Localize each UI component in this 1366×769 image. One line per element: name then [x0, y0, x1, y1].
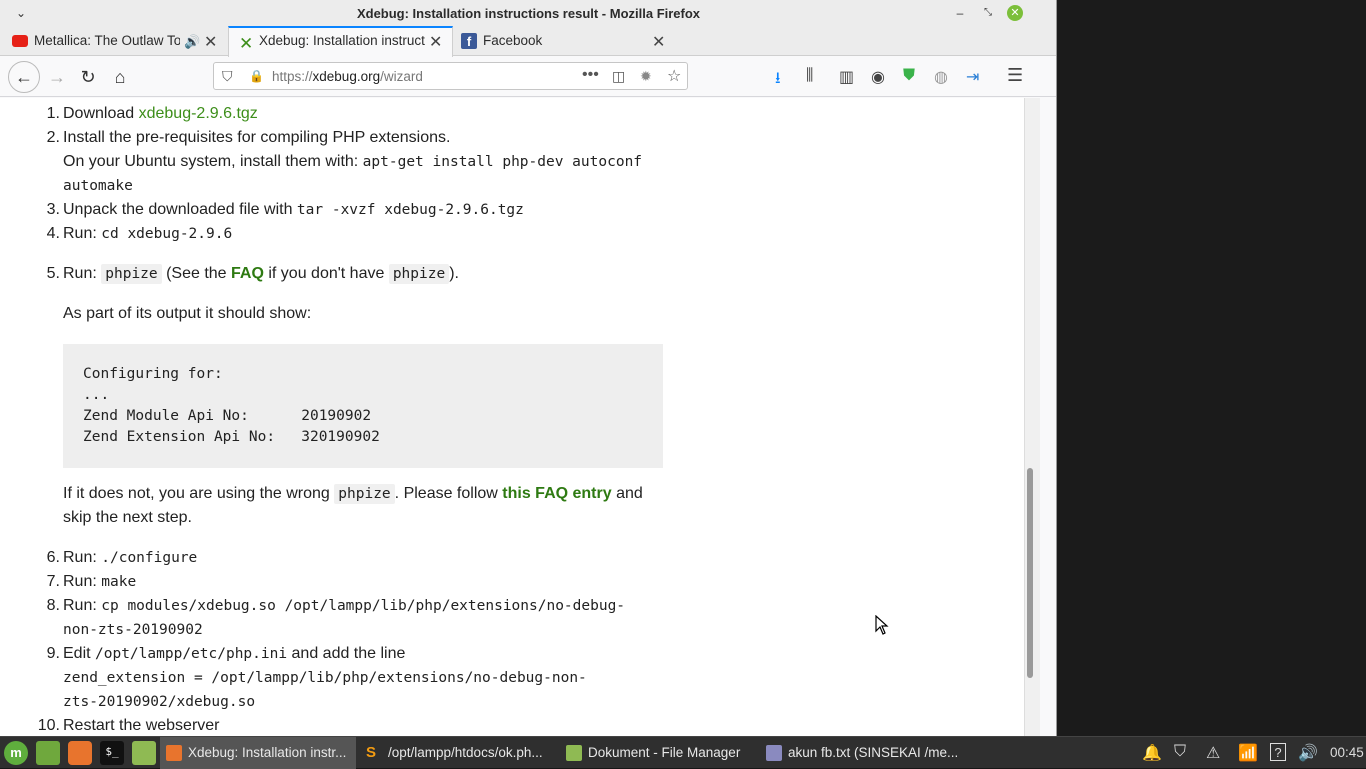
forward-button[interactable]: → — [42, 62, 72, 92]
shield-icon: ⛉ — [222, 68, 233, 84]
globe-icon[interactable]: ◍ — [934, 67, 948, 87]
xdebug-icon: ✕ — [239, 34, 254, 53]
taskbar: m $_ Xdebug: Installation instr... S /op… — [0, 736, 1366, 769]
extension-arrow-icon[interactable]: ⇥ — [966, 67, 979, 87]
tab-bar: Metallica: The Outlaw Torn 🔊 ✕ ✕ Xdebug:… — [0, 26, 1056, 77]
output-code-block: Configuring for: ... Zend Module Api No:… — [63, 344, 663, 468]
restore-icon[interactable]: ⤡ — [979, 4, 997, 22]
list-item: 8. Run: cp modules/xdebug.so /opt/lampp/l… — [46, 597, 626, 638]
lock-icon: 🔒 — [249, 69, 264, 83]
sublime-icon: S — [366, 744, 377, 761]
list-item: 9. Edit /opt/lampp/etc/php.ini and add th… — [46, 645, 587, 710]
show-desktop-icon[interactable] — [36, 741, 60, 765]
terminal-icon[interactable]: $_ — [100, 741, 124, 765]
window-title: Xdebug: Installation instructions result… — [356, 6, 701, 21]
list-item: 1. Download xdebug-2.9.6.tgz — [46, 105, 258, 122]
text-file-icon — [766, 745, 782, 761]
volume-icon[interactable]: 🔊 — [1298, 743, 1318, 763]
files-icon[interactable] — [132, 741, 156, 765]
reload-button[interactable]: ↻ — [73, 62, 103, 92]
list-item: 6. Run: ./configure — [46, 549, 198, 566]
list-item: 5. Run: phpize (See the FAQ if you don't … — [47, 262, 683, 530]
bookmark-star-icon[interactable]: ☆ — [667, 66, 681, 86]
library-icon[interactable]: ⫼ — [806, 67, 813, 85]
facebook-icon: f — [461, 33, 477, 49]
taskbar-window-text[interactable]: akun fb.txt (SINSEKAI /me... — [760, 737, 960, 769]
pocket-icon[interactable]: ◫ — [612, 68, 625, 85]
title-bar: ⌄ Xdebug: Installation instructions resu… — [0, 0, 1056, 26]
firefox-launcher-icon[interactable] — [68, 741, 92, 765]
clock[interactable]: 00:45 — [1330, 745, 1364, 760]
bug-icon[interactable]: ✹ — [640, 68, 652, 85]
tab-facebook[interactable]: f Facebook ✕ — [453, 26, 675, 56]
youtube-icon — [12, 35, 28, 47]
close-tab-icon[interactable]: ✕ — [204, 32, 217, 52]
taskbar-window-editor[interactable]: S /opt/lampp/htdocs/ok.ph... — [360, 737, 556, 769]
tab-youtube[interactable]: Metallica: The Outlaw Torn 🔊 ✕ — [0, 26, 228, 56]
warning-text: If it does not, you are using the wrong … — [63, 484, 643, 526]
close-window-icon[interactable]: ✕ — [1007, 5, 1023, 21]
taskbar-window-firefox[interactable]: Xdebug: Installation instr... — [160, 737, 356, 769]
speaker-icon[interactable]: 🔊 — [184, 34, 200, 50]
scrollbar-thumb[interactable] — [1027, 468, 1033, 678]
navigation-bar: ← → ↻ ⌂ ⛉ 🔒 https://xdebug.org/wizard ••… — [0, 57, 1056, 97]
list-item: 2. Install the pre-requisites for compili… — [46, 129, 643, 194]
warning-icon[interactable]: ⚠ — [1206, 743, 1220, 763]
tab-label: Metallica: The Outlaw Torn — [34, 33, 180, 48]
home-button[interactable]: ⌂ — [105, 62, 135, 92]
hamburger-menu-icon[interactable]: ☰ — [1007, 65, 1023, 86]
close-tab-icon[interactable]: ✕ — [429, 32, 442, 52]
list-item: 10. Restart the webserver — [37, 717, 220, 734]
page-actions-icon[interactable]: ••• — [582, 66, 599, 84]
faq-entry-link[interactable]: this FAQ entry — [502, 485, 611, 502]
close-tab-icon[interactable]: ✕ — [652, 32, 665, 52]
taskbar-window-file-manager[interactable]: Dokument - File Manager — [560, 737, 756, 769]
help-icon[interactable]: ? — [1270, 743, 1286, 761]
account-icon[interactable]: ◉ — [871, 67, 885, 87]
output-intro: As part of its output it should show: — [63, 305, 312, 322]
back-button[interactable]: ← — [8, 61, 40, 93]
page-content: 1. Download xdebug-2.9.6.tgz 2. Install th… — [0, 98, 1024, 736]
list-item: 4. Run: cd xdebug-2.9.6 — [46, 225, 233, 242]
tab-label: Xdebug: Installation instructions result — [259, 33, 425, 48]
update-shield-icon[interactable]: ⛉ — [1174, 743, 1186, 761]
download-link[interactable]: xdebug-2.9.6.tgz — [139, 105, 258, 122]
tab-label: Facebook — [483, 33, 543, 48]
firefox-icon — [166, 745, 182, 761]
faq-link[interactable]: FAQ — [231, 265, 264, 282]
list-item: 3. Unpack the downloaded file with tar -x… — [46, 201, 524, 218]
url-bar[interactable]: ⛉ 🔒 https://xdebug.org/wizard ••• ◫ ✹ ☆ — [213, 62, 688, 90]
sidebar-icon[interactable]: ▥ — [839, 67, 854, 87]
wifi-icon[interactable]: 📶 — [1238, 743, 1258, 763]
instructions-list: 1. Download xdebug-2.9.6.tgz 2. Install th… — [37, 98, 683, 736]
list-item: 7. Run: make — [46, 573, 137, 590]
url-text: https://xdebug.org/wizard — [272, 69, 423, 84]
minimize-icon[interactable]: – — [951, 4, 969, 22]
tab-xdebug[interactable]: ✕ Xdebug: Installation instructions resu… — [228, 26, 453, 57]
ublock-shield-icon[interactable]: ⛊ — [903, 67, 915, 85]
notification-bell-icon[interactable]: 🔔 — [1142, 743, 1162, 763]
download-icon[interactable]: ⭳ — [775, 67, 781, 94]
mint-menu-icon[interactable]: m — [4, 741, 28, 765]
firefox-window: ⌄ Xdebug: Installation instructions resu… — [0, 0, 1057, 736]
folder-icon — [566, 745, 582, 761]
